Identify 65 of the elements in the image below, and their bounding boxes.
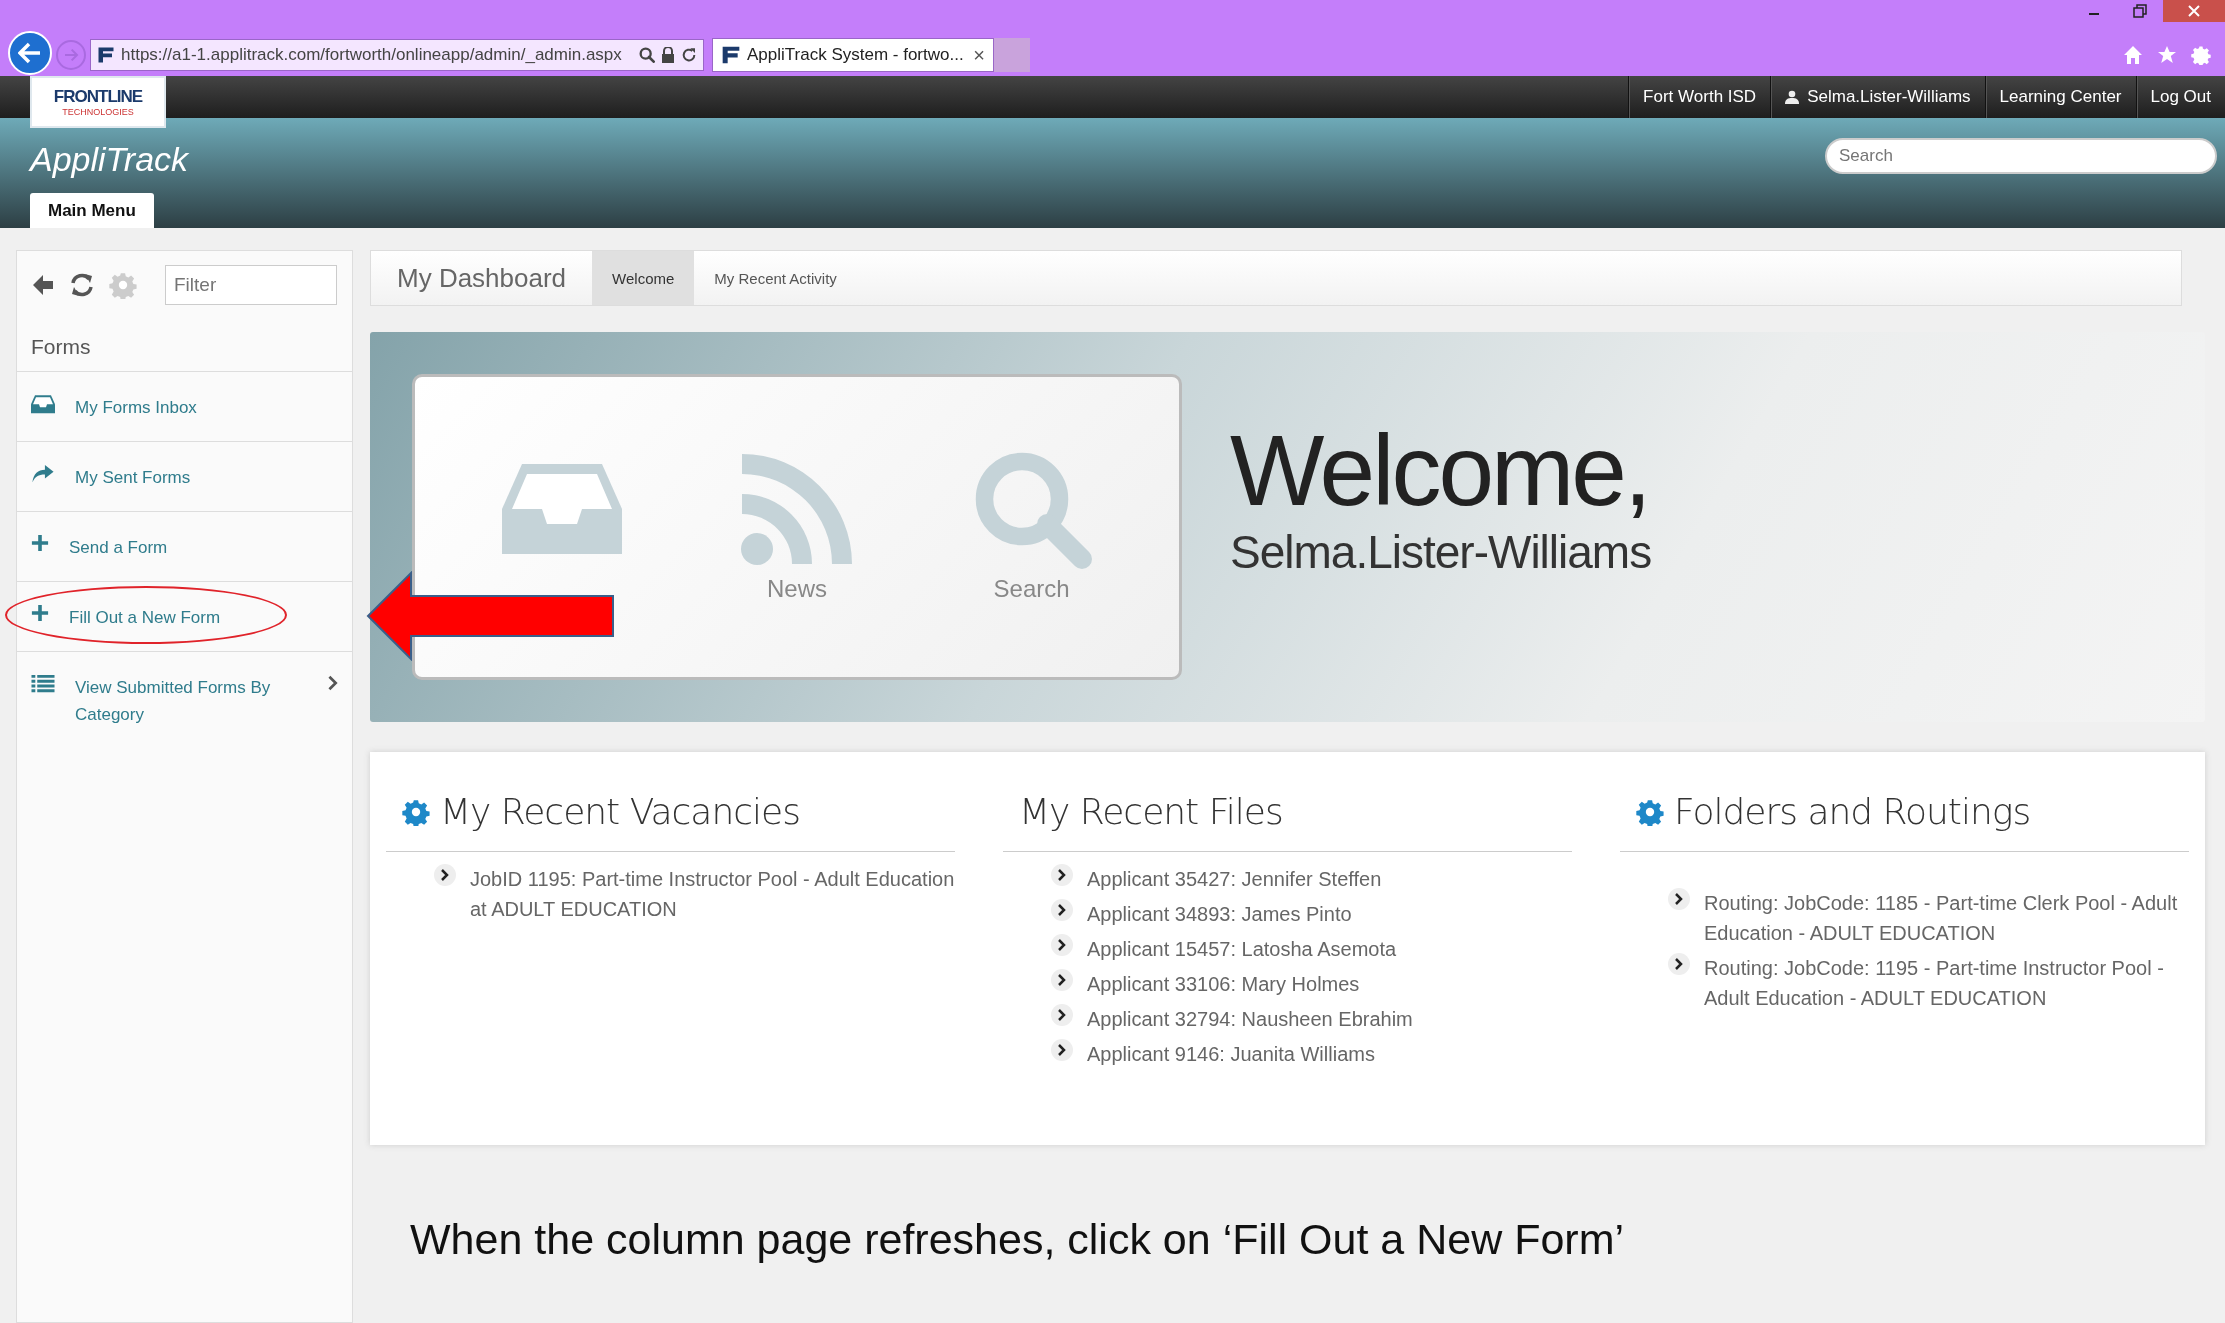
- chevron-icon: [1051, 899, 1073, 921]
- chevron-icon: [1668, 888, 1690, 910]
- chevron-icon: [1051, 1039, 1073, 1061]
- inbox-icon: [31, 394, 55, 415]
- sidebar-item[interactable]: My Forms Inbox: [17, 371, 352, 441]
- dashboard-title: My Dashboard: [396, 261, 568, 295]
- sidebar-item[interactable]: View Submitted Forms By Category: [17, 651, 352, 748]
- sidebar-item[interactable]: Send a Form: [17, 511, 352, 581]
- star-icon[interactable]: [2157, 45, 2177, 65]
- list-link[interactable]: Routing: JobCode: 1185 - Part-time Clerk Pool - Adult Education - ADULT EDUCATION: [1704, 888, 2189, 948]
- chevron-icon: [1051, 934, 1073, 956]
- site-icon: [97, 46, 115, 64]
- user-name: Selma.Lister-Williams: [1230, 525, 1652, 579]
- instruction-caption: When the column page refreshes, click on ‘Fill Out a New Form’: [410, 1215, 1625, 1264]
- panel-title: My Recent Vacancies: [440, 791, 800, 832]
- arrow-right-icon: [63, 47, 79, 63]
- back-button[interactable]: [8, 31, 52, 75]
- restore-icon[interactable]: [2133, 4, 2147, 18]
- chevron-icon: [1668, 953, 1690, 975]
- filter-field[interactable]: Filter: [165, 265, 337, 305]
- list-link[interactable]: Applicant 32794: Nausheen Ebrahim: [1087, 1004, 1413, 1034]
- welcome-heading: Welcome,: [1230, 415, 1650, 525]
- back-arrow-icon[interactable]: [31, 273, 55, 297]
- search-field[interactable]: Search: [1825, 137, 2217, 174]
- tile-label[interactable]: News: [766, 575, 827, 605]
- tile-label[interactable]: Search: [993, 575, 1070, 605]
- tab-close-button[interactable]: ×: [973, 45, 985, 65]
- chevron-icon: [1051, 864, 1073, 886]
- panel-title: Folders and Routings: [1674, 791, 2031, 832]
- list-link[interactable]: Applicant 9146: Juanita Williams: [1087, 1039, 1375, 1069]
- chevron-icon: [434, 864, 456, 886]
- plus-icon: [31, 604, 49, 622]
- list-link[interactable]: Applicant 15457: Latosha Asemota: [1087, 934, 1397, 964]
- lock-icon: [661, 47, 675, 63]
- home-icon[interactable]: [2123, 45, 2143, 65]
- list-link[interactable]: Routing: JobCode: 1195 - Part-time Instructor Pool - Adult Education - ADULT EDUCATION: [1704, 953, 2189, 1013]
- browser-tab[interactable]: AppliTrack System - fortwo... ×: [712, 38, 994, 72]
- plus-icon: [31, 534, 49, 552]
- list-link[interactable]: JobID 1195: Part-time Instructor Pool - Adult Education at ADULT EDUCATION: [470, 864, 955, 924]
- address-bar[interactable]: https://a1-1.applitrack.com/fortworth/onlineapp/admin/_admin.aspx: [90, 39, 704, 71]
- panel-title: My Recent Files: [1019, 791, 1283, 832]
- sidebar-item[interactable]: My Sent Forms: [17, 441, 352, 511]
- chevron-icon: [1051, 969, 1073, 991]
- close-icon[interactable]: [2188, 5, 2200, 17]
- app-logo: AppliTrack: [30, 139, 189, 179]
- list-icon: [31, 674, 55, 694]
- dashboard-tab[interactable]: My Recent Activity: [694, 251, 857, 305]
- refresh-icon[interactable]: [69, 273, 95, 297]
- arrow-left-icon: [18, 41, 42, 65]
- logo-subtitle: TECHNOLOGIES: [62, 107, 134, 117]
- settings-icon[interactable]: [109, 271, 137, 299]
- user-icon: [1785, 90, 1800, 104]
- dashboard-tab[interactable]: Welcome: [592, 251, 695, 305]
- sidebar-item[interactable]: Fill Out a New Form: [17, 581, 352, 651]
- logo-text: FRONTLINE: [53, 87, 143, 107]
- site-icon: [721, 45, 741, 65]
- section-heading: Forms: [30, 334, 92, 360]
- search-icon: [639, 47, 655, 63]
- list-link[interactable]: Applicant 34893: James Pinto: [1087, 899, 1352, 929]
- chevron-icon: [1051, 1004, 1073, 1026]
- settings-icon[interactable]: [2191, 45, 2211, 65]
- refresh-icon[interactable]: [681, 47, 697, 63]
- list-link[interactable]: Applicant 33106: Mary Holmes: [1087, 969, 1360, 999]
- list-link[interactable]: Applicant 35427: Jennifer Steffen: [1087, 864, 1382, 894]
- menu-tab[interactable]: Main Menu: [30, 193, 154, 228]
